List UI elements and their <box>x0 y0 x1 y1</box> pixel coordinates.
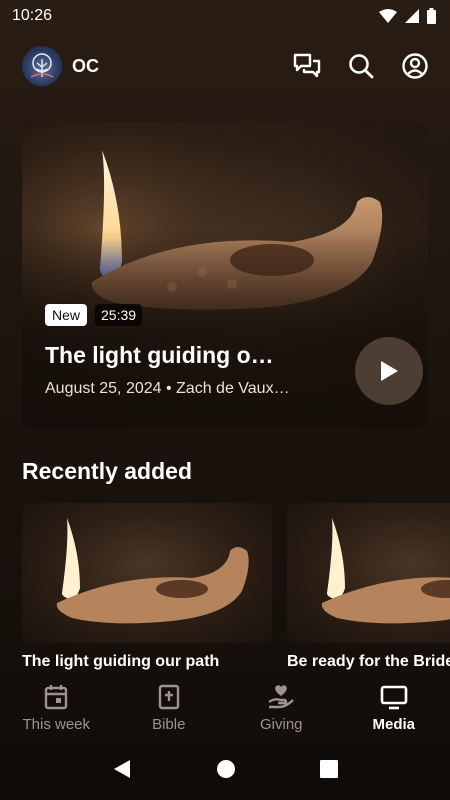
nav-this-week[interactable]: This week <box>0 673 113 743</box>
oil-lamp-image <box>321 518 450 624</box>
org-initials: OC <box>72 55 99 76</box>
wifi-icon <box>379 9 397 23</box>
app-header: OC <box>0 42 450 90</box>
hero-meta: August 25, 2024 • Zach de Vaux… <box>45 380 290 397</box>
giving-icon <box>268 684 295 708</box>
recently-added-carousel[interactable]: The light guiding our path Be ready for … <box>22 503 450 673</box>
battery-icon <box>427 8 436 24</box>
nav-giving[interactable]: Giving <box>225 673 338 743</box>
chat-icon <box>293 53 321 78</box>
system-navigation-bar <box>0 743 450 800</box>
search-icon <box>349 54 374 79</box>
bible-icon <box>158 684 179 709</box>
home-button[interactable] <box>216 759 236 784</box>
back-icon <box>114 760 130 778</box>
signal-icon <box>405 9 419 23</box>
media-thumbnail <box>287 503 450 643</box>
nav-media[interactable]: Media <box>338 673 450 743</box>
nav-bible-label: Bible <box>152 715 186 733</box>
featured-media-card[interactable]: New 25:39 The light guiding o… August 25… <box>22 122 428 428</box>
media-card[interactable]: The light guiding our path <box>22 503 272 671</box>
search-button[interactable] <box>346 51 376 81</box>
calendar-icon <box>45 684 68 709</box>
play-icon <box>381 361 398 381</box>
bottom-navigation: This week Bible Giving Media <box>0 673 450 743</box>
recently-added-heading: Recently added <box>22 458 192 484</box>
status-time: 10:26 <box>12 7 53 24</box>
oil-lamp-image <box>56 518 249 624</box>
tree-logo-icon <box>30 53 54 78</box>
home-icon <box>217 760 235 778</box>
recents-icon <box>320 760 338 778</box>
tv-icon <box>380 685 408 709</box>
back-button[interactable] <box>112 759 132 784</box>
nav-this-week-label: This week <box>22 715 91 733</box>
media-thumbnail <box>22 503 272 643</box>
media-card-title: Be ready for the Bride <box>287 653 450 670</box>
media-card-title: The light guiding our path <box>22 653 220 670</box>
status-icons <box>379 8 436 24</box>
church-logo[interactable] <box>22 46 62 86</box>
messages-button[interactable] <box>292 51 322 81</box>
media-card[interactable]: Be ready for the Bride <box>287 503 450 671</box>
nav-giving-label: Giving <box>259 715 303 733</box>
account-icon <box>402 53 428 79</box>
duration-badge: 25:39 <box>95 304 143 326</box>
header-actions <box>292 51 430 81</box>
nav-media-label: Media <box>372 715 415 733</box>
nav-bible[interactable]: Bible <box>113 673 226 743</box>
play-button[interactable] <box>355 337 423 405</box>
status-bar: 10:26 <box>0 0 450 32</box>
recents-button[interactable] <box>320 760 338 783</box>
new-badge: New <box>45 304 88 326</box>
hero-badges: New 25:39 <box>45 304 143 326</box>
hero-title: The light guiding o… <box>45 342 274 368</box>
account-button[interactable] <box>400 51 430 81</box>
